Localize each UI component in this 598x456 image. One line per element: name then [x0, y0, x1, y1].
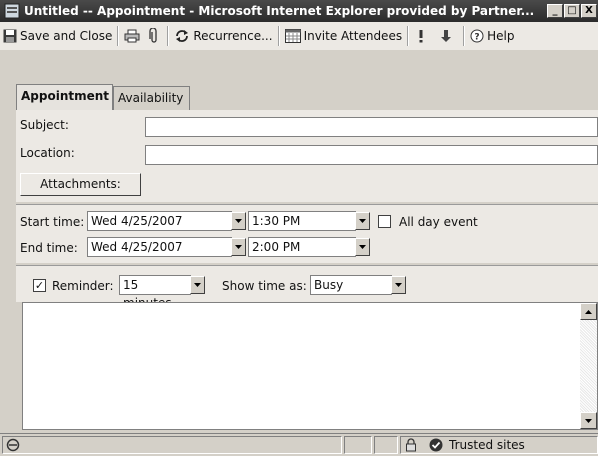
end-time-input[interactable]: 2:00 PM [248, 237, 356, 257]
end-date-input[interactable]: Wed 4/25/2007 [87, 237, 232, 257]
maximize-button[interactable]: □ [564, 4, 580, 18]
scroll-down-button[interactable] [580, 412, 597, 429]
recurrence-icon [176, 30, 189, 42]
invite-attendees-label: Invite Attendees [303, 29, 403, 43]
location-input[interactable] [145, 145, 598, 165]
show-time-as-select[interactable]: Busy [310, 275, 392, 295]
subject-label: Subject: [20, 118, 69, 132]
tab-appointment[interactable]: Appointment [16, 84, 113, 110]
high-importance-button[interactable] [411, 24, 434, 48]
save-and-close-label: Save and Close [20, 29, 113, 43]
chevron-down-icon [395, 283, 402, 287]
chevron-down-icon [359, 245, 366, 249]
svg-text:?: ? [474, 33, 479, 43]
close-button[interactable]: X [581, 4, 597, 18]
chevron-down-icon [359, 219, 366, 223]
invite-attendees-button[interactable]: Invite Attendees [282, 24, 406, 48]
toolbar-separator [117, 26, 120, 46]
help-button[interactable]: ? Help [467, 24, 517, 48]
exclamation-icon [419, 30, 423, 43]
vertical-scrollbar[interactable] [580, 303, 597, 429]
window-title: Untitled -- Appointment - Microsoft Inte… [24, 4, 535, 18]
recurrence-button[interactable]: Recurrence... [171, 24, 275, 48]
calendar-grid-icon [284, 29, 301, 43]
security-zone-label: Trusted sites [449, 438, 525, 452]
toolbar: Save and Close Recurrence... Invite Atte… [0, 22, 598, 51]
location-label: Location: [20, 146, 75, 160]
recurrence-label: Recurrence... [193, 29, 273, 43]
scroll-up-button[interactable] [580, 303, 597, 320]
chevron-down-icon [235, 219, 242, 223]
end-time-label: End time: [20, 241, 78, 255]
all-day-label: All day event [399, 215, 478, 229]
show-time-as-dropdown[interactable] [391, 276, 406, 294]
reminder-label: Reminder: [52, 279, 114, 293]
chevron-down-icon [235, 245, 242, 249]
ie-app-icon [4, 3, 20, 19]
chevron-up-icon [585, 309, 592, 314]
start-date-dropdown[interactable] [231, 212, 246, 230]
down-arrow-icon [441, 30, 452, 42]
attachments-button[interactable]: Attachments: [20, 173, 141, 196]
attach-file-button[interactable] [146, 24, 165, 48]
lock-icon [406, 438, 416, 452]
printer-icon [124, 29, 140, 43]
show-time-as-label: Show time as: [222, 279, 307, 293]
floppy-disk-icon [3, 29, 17, 43]
status-cell [344, 436, 372, 454]
status-cell [374, 436, 398, 454]
start-time-dropdown[interactable] [355, 212, 370, 230]
end-date-dropdown[interactable] [231, 238, 246, 256]
reminder-select[interactable]: 15 minutes [119, 275, 191, 310]
subject-input[interactable] [145, 117, 598, 137]
reminder-checkbox[interactable]: ✓ [33, 279, 46, 292]
chevron-down-icon [194, 283, 201, 287]
end-time-dropdown[interactable] [355, 238, 370, 256]
tab-strip: Appointment Availability [0, 50, 598, 112]
paperclip-icon [149, 28, 158, 43]
status-bar: Trusted sites [0, 433, 598, 456]
toolbar-separator [277, 26, 280, 46]
print-button[interactable] [121, 24, 146, 48]
all-day-checkbox[interactable] [378, 215, 391, 228]
low-importance-button[interactable] [434, 24, 461, 48]
window-title-bar[interactable]: Untitled -- Appointment - Microsoft Inte… [0, 0, 598, 22]
start-date-input[interactable]: Wed 4/25/2007 [87, 211, 232, 231]
toolbar-separator [167, 26, 170, 46]
chevron-down-icon [585, 418, 592, 423]
tab-availability[interactable]: Availability [113, 86, 190, 110]
status-main-cell [2, 436, 342, 454]
trusted-sites-check-icon [429, 438, 443, 452]
save-and-close-button[interactable]: Save and Close [0, 24, 115, 48]
notes-textarea[interactable] [22, 302, 598, 430]
status-zone-cell: Trusted sites [400, 436, 598, 454]
help-icon: ? [470, 29, 484, 43]
help-label: Help [487, 29, 515, 43]
reminder-dropdown[interactable] [190, 276, 205, 294]
start-time-input[interactable]: 1:30 PM [248, 211, 356, 231]
toolbar-separator [463, 26, 466, 46]
start-time-label: Start time: [20, 215, 85, 229]
toolbar-separator [407, 26, 410, 46]
ie-page-icon [6, 438, 20, 452]
minimize-button[interactable]: _ [547, 4, 563, 18]
